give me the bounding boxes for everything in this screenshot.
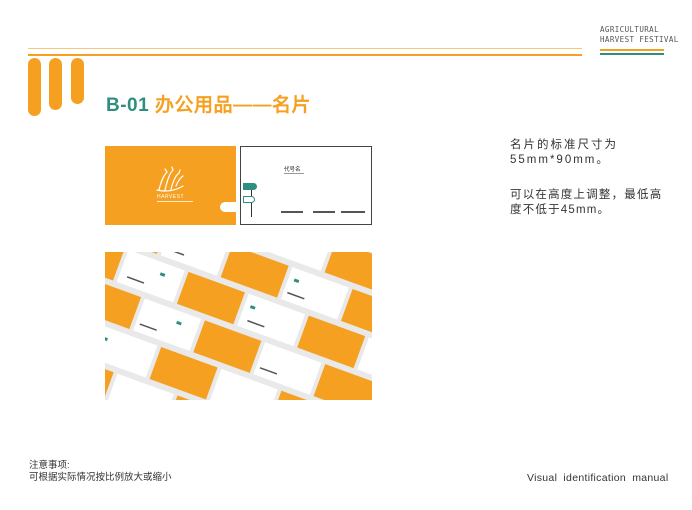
decorative-bar-3 [71, 58, 84, 104]
page-title: B-01 办公用品——名片 [106, 90, 311, 117]
header-rule-thin [28, 48, 582, 49]
decorative-bar-2 [49, 58, 62, 110]
section-code: B-01 [106, 95, 150, 116]
decorative-bar-1 [28, 58, 41, 116]
card-pattern-illustration [105, 252, 372, 400]
business-card-back: 代号名 [240, 146, 372, 225]
hand-wheat-logo-icon [156, 166, 184, 192]
notes-heading: 注意事项: [29, 460, 70, 471]
card-logo-text: HARVEST [157, 194, 185, 200]
brand-line-1: AGRICULTURAL [600, 25, 659, 34]
notes-body: 可根据实际情况按比例放大或缩小 [29, 471, 172, 483]
height-description: 可以在高度上调整，最低高度不低于45mm。 [510, 189, 663, 216]
card-front-notch [220, 202, 236, 212]
brand-line-2: HARVEST FESTIVAL [600, 35, 679, 44]
footer-manual-label: Visual identification manual [527, 472, 669, 484]
business-card-mockup [105, 252, 372, 400]
size-description: 名片的标准尺寸为55mm*90mm。 [510, 139, 618, 166]
business-card-front: HARVEST [105, 146, 236, 225]
brand-underline-orange [600, 49, 664, 51]
section-title: 办公用品——名片 [154, 95, 311, 116]
brand-wordmark: AGRICULTURAL HARVEST FESTIVAL [600, 25, 679, 45]
notes-section: 注意事项: 可根据实际情况按比例放大或缩小 [29, 460, 172, 483]
header-rule [28, 54, 582, 56]
card-back-contact-lines [281, 211, 365, 213]
card-logo-underline [157, 201, 193, 202]
brand-underline-green [600, 53, 664, 55]
